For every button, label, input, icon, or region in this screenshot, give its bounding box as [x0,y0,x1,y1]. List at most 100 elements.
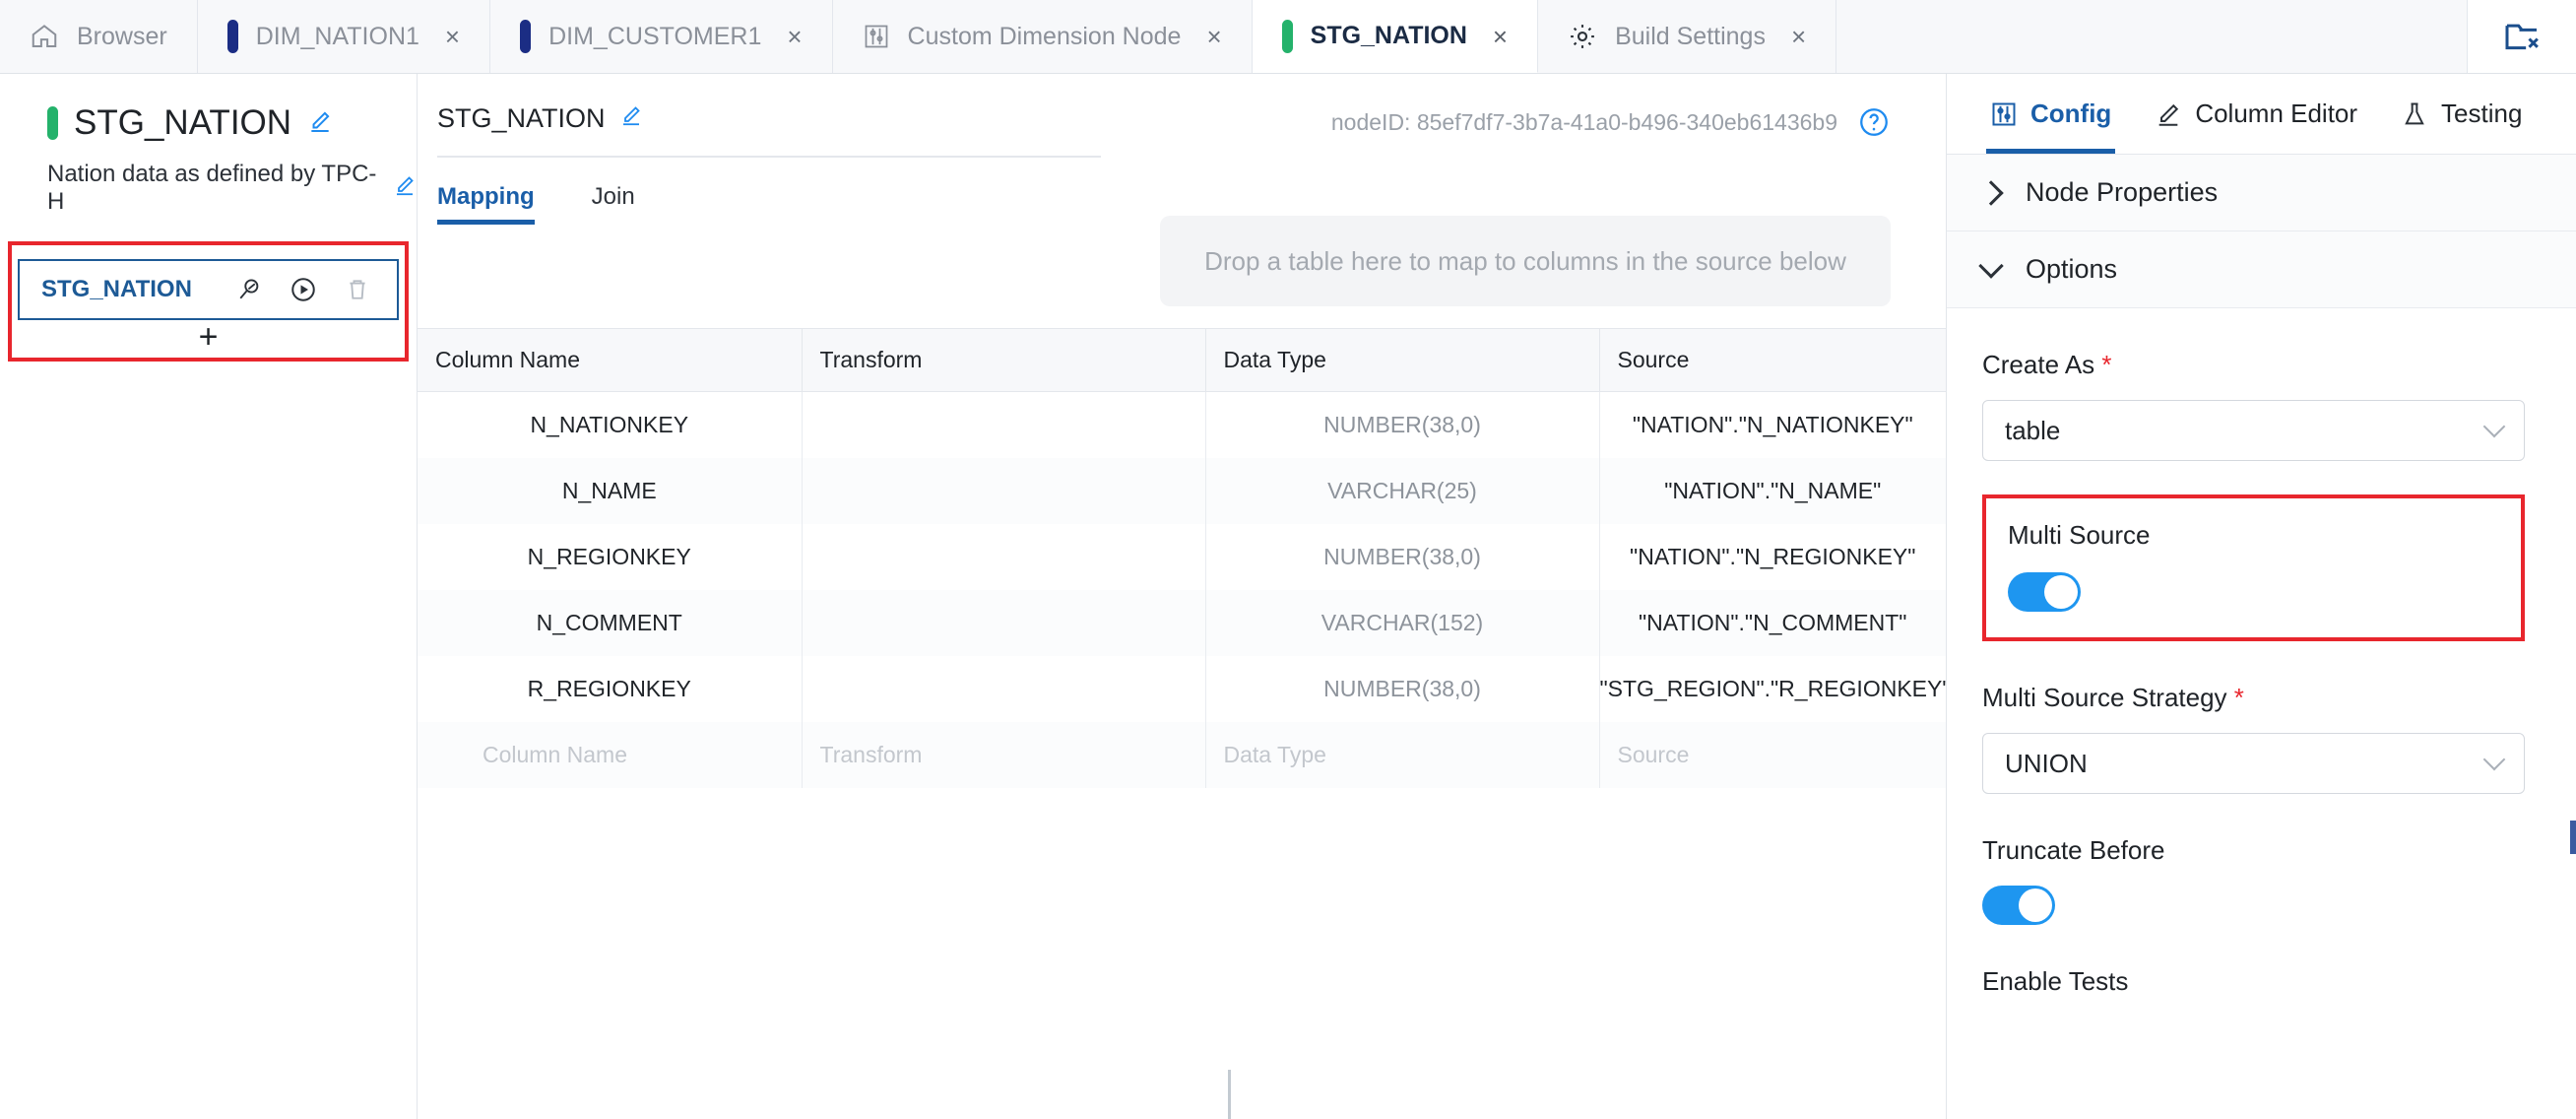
config-panel-scrollbar[interactable] [2570,821,2576,854]
mapping-table: Column Name Transform Data Type Source N… [418,329,1951,788]
edit-title-pencil-icon[interactable] [307,103,333,143]
tab-build-settings[interactable]: Build Settings × [1538,0,1837,73]
table-row[interactable]: N_REGIONKEY NUMBER(38,0) "NATION"."N_REG… [418,524,1946,590]
column-header-transform[interactable]: Transform [802,329,1206,392]
required-marker: * [2101,350,2112,379]
create-as-value: table [2005,415,2061,445]
cell-source[interactable]: "STG_REGION"."R_REGIONKEY" [1599,656,1951,722]
cell-transform[interactable] [802,524,1206,590]
create-as-select[interactable]: table [1982,400,2525,461]
mapping-title-text: STG_NATION [437,103,606,133]
column-header-source[interactable]: Source [1599,329,1946,392]
tab-stg-nation[interactable]: STG_NATION × [1252,0,1539,73]
column-header-data-type[interactable]: Data Type [1205,329,1600,392]
cell-data-type[interactable]: NUMBER(38,0) [1205,524,1600,590]
tab-column-editor-label: Column Editor [2195,99,2358,128]
tab-custom-dimension-node[interactable]: Custom Dimension Node × [832,0,1253,73]
options-body: Create As * table Multi Source Multi Sou… [1947,308,2576,997]
column-header-column-name[interactable]: Column Name [418,329,803,392]
source-list-item[interactable]: STG_NATION [18,259,399,320]
cell-transform[interactable] [802,391,1206,458]
cell-data-type[interactable]: VARCHAR(25) [1205,458,1600,524]
tab-browser[interactable]: Browser [0,0,198,73]
cell-transform[interactable] [802,656,1206,722]
cell-data-type[interactable]: VARCHAR(152) [1205,590,1600,656]
cell-column-name[interactable]: R_REGIONKEY [418,656,803,722]
cell-data-type[interactable]: NUMBER(38,0) [1205,391,1600,458]
help-circle-icon[interactable] [1857,105,1891,139]
new-cell-data-type[interactable]: Data Type [1205,722,1600,788]
tab-mapping[interactable]: Mapping [437,183,535,225]
tab-close-icon[interactable]: × [1206,24,1221,49]
section-options[interactable]: Options [1947,231,2576,308]
tab-dim-customer1[interactable]: DIM_CUSTOMER1 × [490,0,833,73]
page-title: STG_NATION [47,103,417,143]
close-all-tabs-button[interactable] [2468,0,2576,73]
truncate-before-toggle[interactable] [1982,886,2055,925]
close-all-tabs-icon [2502,17,2542,56]
main-top: STG_NATION Mapping Join nodeID: 85ef7df7… [418,74,1946,306]
cell-source[interactable]: "NATION"."N_COMMENT" [1599,590,1946,656]
multi-source-strategy-select[interactable]: UNION [1982,733,2525,794]
table-row[interactable]: N_NAME VARCHAR(25) "NATION"."N_NAME" [418,458,1946,524]
cell-column-name[interactable]: N_NAME [418,458,803,524]
left-panel: STG_NATION Nation data as defined by TPC… [0,74,418,1119]
tab-config[interactable]: Config [1968,74,2133,154]
field-enable-tests: Enable Tests [1982,966,2525,997]
nodeid-label: nodeID: 85ef7df7-3b7a-41a0-b496-340eb614… [1330,108,1837,135]
tab-column-editor[interactable]: Column Editor [2133,74,2379,154]
multi-source-toggle[interactable] [2008,572,2081,612]
new-cell-column-name[interactable]: Column Name [418,722,803,788]
table-dropzone[interactable]: Drop a table here to map to columns in t… [1160,216,1891,306]
toggle-knob [2044,575,2078,609]
run-play-icon[interactable] [289,275,318,304]
cell-transform[interactable] [802,458,1206,524]
section-node-properties[interactable]: Node Properties [1947,155,2576,231]
cell-column-name[interactable]: N_COMMENT [418,590,803,656]
table-row[interactable]: N_COMMENT VARCHAR(152) "NATION"."N_COMME… [418,590,1946,656]
tab-close-icon[interactable]: × [787,24,802,49]
multi-source-label: Multi Source [2008,520,2151,550]
node-type-marker-icon [226,20,238,53]
tab-label: Build Settings [1615,22,1766,50]
tab-testing[interactable]: Testing [2379,74,2544,154]
cell-source[interactable]: "NATION"."N_REGIONKEY" [1599,524,1946,590]
multi-source-strategy-value: UNION [2005,748,2088,778]
edit-description-pencil-icon[interactable] [393,173,417,204]
bottom-column-divider [1228,1070,1231,1119]
tab-close-icon[interactable]: × [445,24,460,49]
new-cell-source[interactable]: Source [1599,722,1946,788]
tab-close-icon[interactable]: × [1493,24,1508,49]
toggle-knob [2019,889,2052,922]
cell-transform[interactable] [802,590,1206,656]
cell-data-type[interactable]: NUMBER(38,0) [1205,656,1600,722]
table-row[interactable]: N_NATIONKEY NUMBER(38,0) "NATION"."N_NAT… [418,391,1946,459]
cell-column-name[interactable]: N_REGIONKEY [418,524,803,590]
main-panel: STG_NATION Mapping Join nodeID: 85ef7df7… [418,74,1951,1119]
field-multi-source-strategy: Multi Source Strategy * UNION [1982,683,2525,794]
new-cell-transform[interactable]: Transform [802,722,1206,788]
source-actions [235,275,375,304]
delete-trash-icon[interactable] [344,276,371,303]
tab-label: DIM_CUSTOMER1 [548,22,762,50]
tab-dim-nation1[interactable]: DIM_NATION1 × [197,0,491,73]
cell-column-name[interactable]: N_NATIONKEY [418,391,803,458]
cell-source[interactable]: "NATION"."N_NAME" [1599,458,1946,524]
tab-bar: Browser DIM_NATION1 × DIM_CUSTOMER1 × Cu… [0,0,2576,74]
home-icon [30,22,59,51]
add-source-button[interactable]: + [12,320,405,354]
tab-close-icon[interactable]: × [1791,24,1806,49]
node-description: Nation data as defined by TPC-H [47,161,417,216]
tab-label: Browser [77,22,167,50]
table-new-row[interactable]: Column Name Transform Data Type Source [418,722,1946,788]
preview-search-icon[interactable] [235,276,263,303]
table-header-row: Column Name Transform Data Type Source [418,329,1946,392]
cell-source[interactable]: "NATION"."N_NATIONKEY" [1599,392,1946,459]
tab-label: DIM_NATION1 [255,22,419,50]
node-title-text: STG_NATION [74,103,292,142]
tab-join[interactable]: Join [592,183,635,225]
pencil-icon [2155,100,2182,128]
mapping-tabs: Mapping Join [418,158,1160,225]
table-row[interactable]: R_REGIONKEY NUMBER(38,0) "STG_REGION"."R… [418,656,1951,722]
edit-mapping-title-pencil-icon[interactable] [619,103,643,134]
